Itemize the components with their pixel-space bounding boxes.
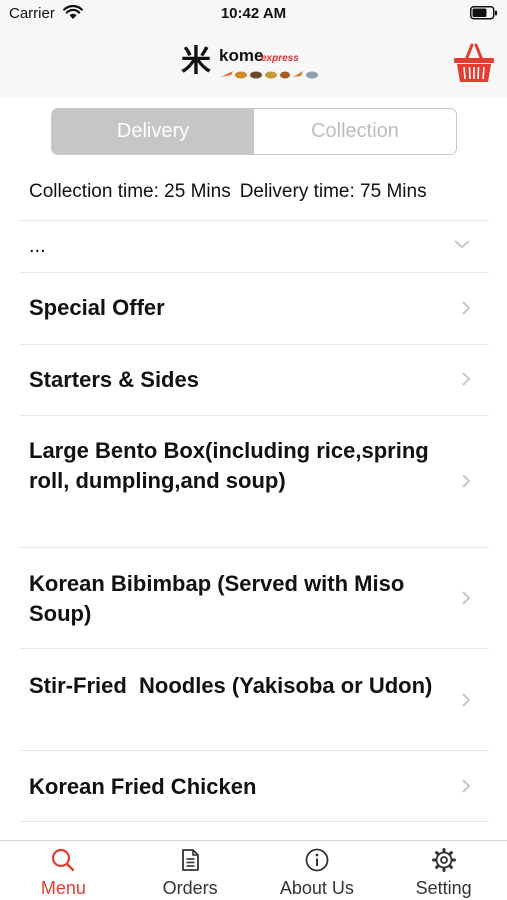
logo-mark: 米 <box>181 44 211 79</box>
menu-category-row[interactable]: Korean Bibimbap (Served with Miso Soup) <box>20 547 489 648</box>
chevron-right-icon <box>462 372 471 386</box>
menu-category-row[interactable]: Starters & Sides <box>20 344 489 415</box>
times-info: Collection time: 25 Mins Delivery time: 7… <box>29 181 487 203</box>
tab-menu-label: Menu <box>40 878 86 898</box>
dropdown-label: ... <box>29 235 46 257</box>
info-icon <box>305 848 329 872</box>
tab-bar: Menu Orders About Us Setting <box>0 840 507 900</box>
menu-category-label: Starters & Sides <box>29 367 199 392</box>
status-bar: Carrier 10:42 AM <box>0 0 507 26</box>
cart-icon <box>454 43 494 82</box>
kome-express-logo: 米 kome express <box>181 44 321 84</box>
chevron-right-icon <box>462 301 471 315</box>
tab-orders[interactable]: Orders <box>127 841 254 900</box>
chevron-right-icon <box>462 779 471 793</box>
cart-button[interactable] <box>452 40 496 89</box>
chevron-right-icon <box>462 693 471 707</box>
tab-menu[interactable]: Menu <box>0 841 127 900</box>
chevron-down-icon <box>454 240 470 249</box>
battery-icon <box>470 6 498 25</box>
menu-category-row[interactable]: Stir-Fried Noodles (Yakisoba or Udon) <box>20 648 489 750</box>
menu-category-label: Stir-Fried Noodles (Yakisoba or Udon) <box>29 673 433 698</box>
food-illustration <box>221 71 318 79</box>
clock: 10:42 AM <box>220 5 287 22</box>
chevron-right-icon <box>462 591 471 605</box>
logo-name: kome <box>219 46 264 65</box>
delivery-segment[interactable]: Delivery <box>52 109 254 154</box>
category-dropdown[interactable]: ... <box>20 220 489 272</box>
menu-category-row[interactable]: Special Offer <box>20 272 489 344</box>
menu-category-label: Korean Bibimbap (Served with Miso Soup) <box>29 571 405 626</box>
menu-category-row[interactable]: Large Bento Box(including rice,spring ro… <box>20 415 489 547</box>
collection-time: Collection time: 25 Mins <box>29 181 231 202</box>
chevron-right-icon <box>462 474 471 488</box>
menu-category-label: Special Offer <box>29 295 165 320</box>
tab-about-us-label: About Us <box>279 878 354 898</box>
menu-category-label: Korean Fried Chicken <box>29 774 257 799</box>
delivery-time: Delivery time: 75 Mins <box>239 181 427 202</box>
tab-setting-label: Setting <box>415 878 472 898</box>
logo-subtitle: express <box>261 53 299 64</box>
collection-segment[interactable]: Collection <box>254 109 456 154</box>
gear-icon <box>431 848 456 872</box>
menu-category-label: Large Bento Box(including rice,spring ro… <box>29 438 429 493</box>
tab-orders-label: Orders <box>162 878 218 898</box>
tab-setting[interactable]: Setting <box>380 841 507 900</box>
search-icon <box>52 848 75 872</box>
tab-about-us[interactable]: About Us <box>254 841 381 900</box>
order-type-selector: Delivery Collection <box>51 108 457 155</box>
menu-category-row[interactable]: Korean Fried Chicken <box>20 750 489 822</box>
nav-bar: 米 kome express <box>0 26 507 98</box>
document-icon <box>182 849 200 871</box>
